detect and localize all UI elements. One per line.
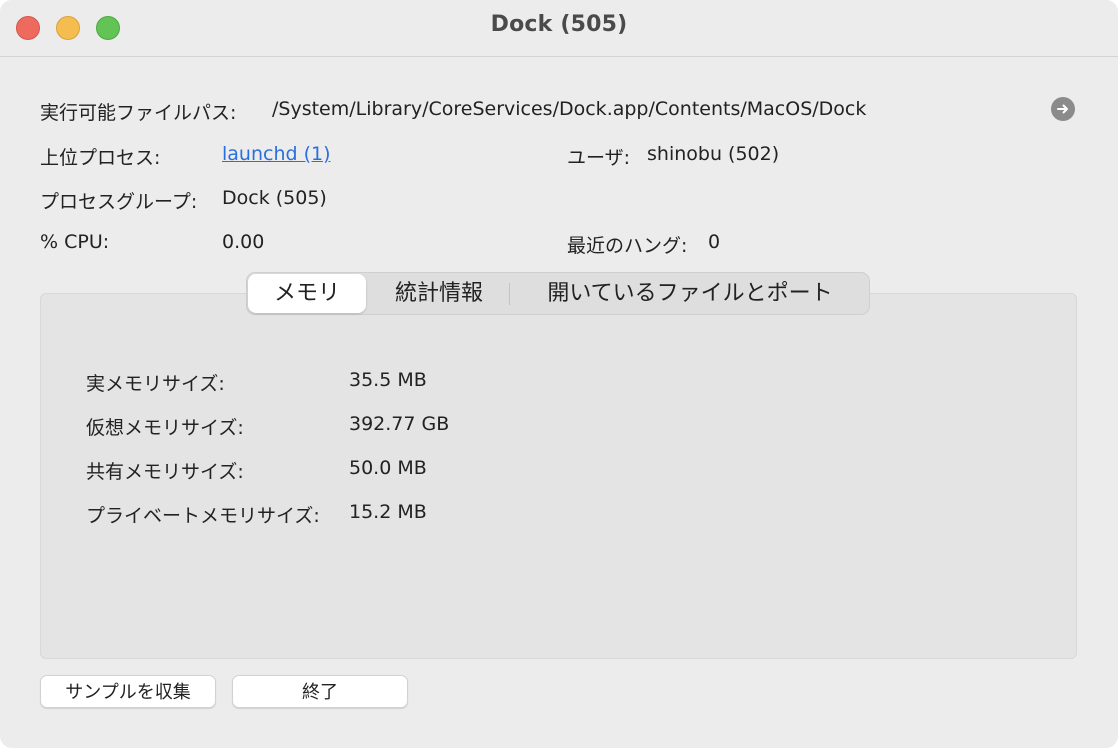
real-memory-value: 35.5 MB bbox=[349, 369, 427, 391]
tab-divider bbox=[509, 283, 510, 305]
parent-process-label: 上位プロセス: bbox=[40, 147, 161, 169]
tab-open-files-and-ports[interactable]: 開いているファイルとポート bbox=[511, 273, 869, 314]
collect-sample-button[interactable]: サンプルを収集 bbox=[40, 675, 216, 708]
virtual-memory-value: 392.77 GB bbox=[349, 413, 450, 435]
private-memory-label: プライベートメモリサイズ: bbox=[86, 505, 320, 527]
tab-segmented-control: メモリ 統計情報 開いているファイルとポート bbox=[246, 272, 870, 315]
process-group-value: Dock (505) bbox=[222, 187, 327, 209]
cpu-value: 0.00 bbox=[222, 231, 265, 253]
virtual-memory-label: 仮想メモリサイズ: bbox=[86, 417, 244, 439]
arrow-right-circle-icon bbox=[1057, 104, 1068, 114]
tab-statistics[interactable]: 統計情報 bbox=[369, 273, 509, 314]
private-memory-value: 15.2 MB bbox=[349, 501, 427, 523]
recent-hangs-label: 最近のハング: bbox=[567, 235, 688, 257]
user-label: ユーザ: bbox=[567, 147, 631, 169]
quit-process-button[interactable]: 終了 bbox=[232, 675, 408, 708]
exec-path-label: 実行可能ファイルパス: bbox=[40, 102, 237, 124]
tab-memory[interactable]: メモリ bbox=[248, 274, 366, 313]
recent-hangs-value: 0 bbox=[708, 231, 721, 253]
user-value: shinobu (502) bbox=[647, 143, 780, 165]
activity-monitor-info-window: Dock (505) 実行可能ファイルパス: /System/Library/C… bbox=[0, 0, 1118, 748]
window-title: Dock (505) bbox=[490, 12, 628, 37]
cpu-label: % CPU: bbox=[40, 231, 110, 253]
shared-memory-label: 共有メモリサイズ: bbox=[86, 461, 244, 483]
real-memory-label: 実メモリサイズ: bbox=[86, 373, 225, 395]
parent-process-link[interactable]: launchd (1) bbox=[222, 143, 331, 165]
reveal-in-finder-button[interactable] bbox=[1051, 97, 1075, 121]
title-bar: Dock (505) bbox=[0, 0, 1118, 57]
shared-memory-value: 50.0 MB bbox=[349, 457, 427, 479]
process-group-label: プロセスグループ: bbox=[40, 191, 198, 213]
exec-path-value: /System/Library/CoreServices/Dock.app/Co… bbox=[272, 98, 867, 120]
